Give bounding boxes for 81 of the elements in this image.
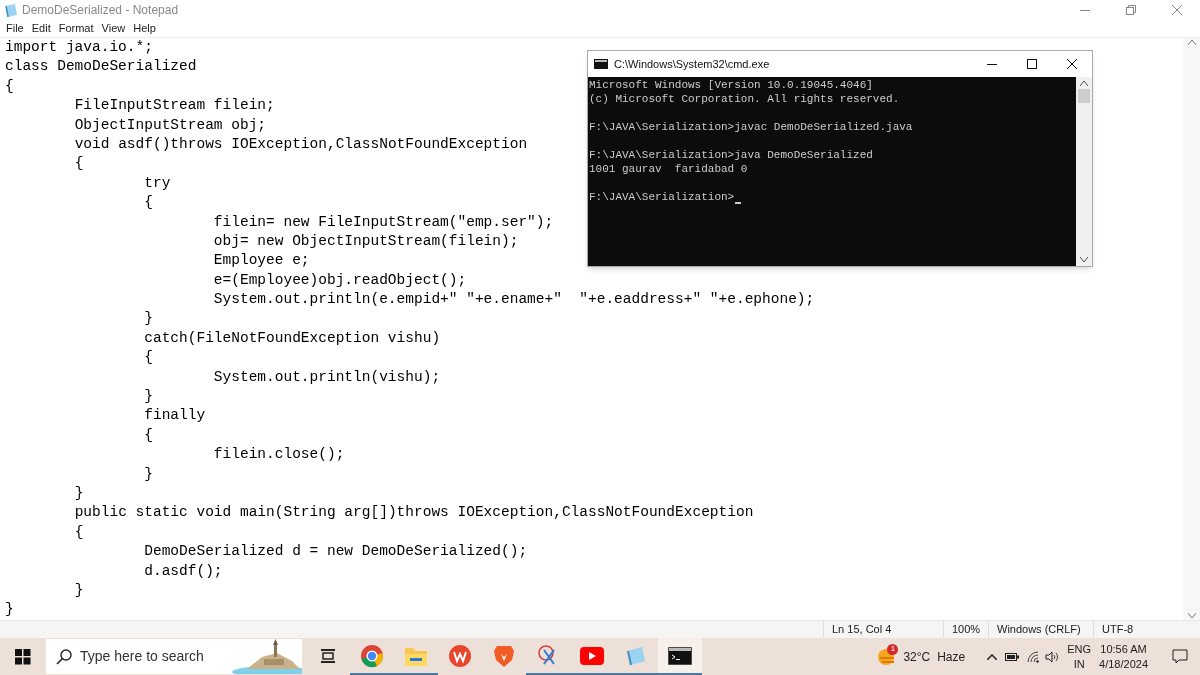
- language-text: IN: [1073, 656, 1085, 672]
- minimize-icon: [1080, 9, 1090, 11]
- menu-item[interactable]: Edit: [27, 20, 55, 37]
- console-line: F:\JAVA\Serialization>javac DemoDeSerialized.java: [589, 120, 913, 134]
- console-line: F:\JAVA\Serialization>: [589, 190, 735, 204]
- taskbar-app[interactable]: [658, 638, 702, 675]
- close-icon: [1172, 5, 1182, 15]
- console-line: (c) Microsoft Corporation. All rights reserved.: [589, 92, 900, 106]
- code-line: e=(Employee)obj.readObject();: [212, 270, 467, 290]
- notepad-icon: [4, 3, 18, 17]
- code-line: {: [5, 76, 14, 96]
- wifi-icon[interactable]: [1027, 650, 1040, 663]
- scrollbar[interactable]: [1076, 77, 1092, 266]
- play-icon: [580, 646, 604, 665]
- code-line: {: [73, 522, 84, 542]
- code-line: }: [5, 600, 14, 620]
- code-line: finally: [143, 406, 206, 426]
- code-line: obj= new ObjectInputStream(filein);: [212, 231, 519, 251]
- code-line: class DemoDeSerialized: [5, 57, 197, 77]
- code-line: void asdf()throws IOException,ClassNotFoundException: [73, 134, 528, 154]
- menu-item[interactable]: File: [2, 20, 28, 37]
- console-line: Microsoft Windows [Version 10.0.19045.4046]: [589, 78, 873, 92]
- code-line: {: [143, 193, 153, 213]
- date-text: 4/18/2024: [1099, 656, 1148, 672]
- weather-condition: Haze: [937, 648, 966, 666]
- window-title: DemoDeSerialized - Notepad: [22, 2, 179, 19]
- code-line: Employee e;: [212, 251, 310, 271]
- code-line: ObjectInputStream obj;: [73, 115, 267, 135]
- windows-icon: [15, 648, 31, 665]
- code-line: }: [143, 387, 153, 407]
- menu-item[interactable]: View: [97, 20, 130, 37]
- temperature: 32°C: [903, 648, 931, 666]
- code-line: }: [143, 309, 153, 329]
- clock[interactable]: 10:56 AM 4/18/2024: [1099, 641, 1148, 672]
- menu-item[interactable]: Help: [129, 20, 160, 37]
- code-line: }: [73, 580, 84, 600]
- console-line: 1001 gaurav faridabad 0: [589, 162, 748, 176]
- code-line: }: [73, 484, 84, 503]
- terminal-icon: [594, 59, 608, 69]
- code-line: catch(FileNotFoundException vishu): [143, 328, 441, 348]
- language-indicator[interactable]: ENG IN: [1067, 641, 1092, 672]
- minimize-icon: [987, 63, 997, 65]
- terminal-icon: [668, 646, 692, 665]
- code-line: import java.io.*;: [5, 38, 153, 57]
- scrollbar[interactable]: [1183, 38, 1200, 620]
- code-line: d.asdf();: [143, 561, 223, 581]
- battery-icon[interactable]: [1005, 652, 1020, 661]
- code-line: {: [143, 348, 153, 368]
- chevron-up-icon[interactable]: [987, 653, 998, 660]
- code-line: }: [143, 464, 153, 484]
- search-icon: [56, 648, 72, 665]
- text-cursor: [735, 202, 741, 204]
- code-line: try: [143, 173, 171, 193]
- maximize-icon: [1027, 59, 1037, 69]
- console-line: F:\JAVA\Serialization>java DemoDeSerialized: [589, 148, 873, 162]
- search-field[interactable]: Type here to search: [80, 646, 230, 667]
- code-line: System.out.println(e.empid+" "+e.ename+" "+e.eaddress+" "+e.ephone);: [212, 290, 815, 310]
- close-icon: [1067, 59, 1077, 69]
- code-line: filein= new FileInputStream("emp.ser");: [212, 212, 554, 232]
- time-text: 10:56 AM: [1100, 641, 1147, 657]
- code-line: filein.close();: [212, 445, 345, 465]
- browser-icon: [360, 643, 384, 668]
- notepad-icon: [625, 644, 647, 667]
- window-title: C:\Windows\System32\cmd.exe: [614, 56, 770, 72]
- office-icon: [448, 643, 472, 668]
- search-box[interactable]: Type here to search: [46, 639, 302, 674]
- speaker-icon[interactable]: [1045, 650, 1060, 663]
- menu-item[interactable]: Format: [54, 20, 98, 37]
- code-line: {: [73, 154, 84, 174]
- restore-icon: [1126, 5, 1136, 15]
- code-line: {: [143, 425, 153, 445]
- scroll-thumb[interactable]: [1078, 89, 1090, 103]
- code-line: DemoDeSerialized d = new DemoDeSerialized();: [143, 542, 528, 562]
- lion-icon: [493, 643, 515, 668]
- speech-bubble-icon: [1172, 648, 1188, 665]
- language-text: ENG: [1067, 641, 1092, 657]
- code-line: FileInputStream filein;: [73, 96, 275, 116]
- code-line: System.out.println(vishu);: [212, 367, 441, 387]
- task-view-icon: [320, 647, 336, 664]
- code-line: public static void main(String arg[])throws IOException,ClassNotFoundException: [73, 503, 754, 523]
- notification-badge: 1: [887, 643, 899, 655]
